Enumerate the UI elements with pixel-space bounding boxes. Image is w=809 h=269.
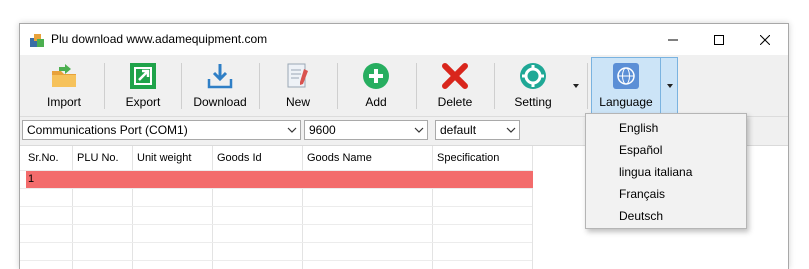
gear-icon	[520, 63, 546, 89]
import-button[interactable]: Import	[26, 59, 102, 113]
folder-import-icon	[52, 64, 76, 87]
new-button[interactable]: New	[260, 59, 336, 113]
maximize-icon	[714, 34, 724, 45]
add-label: Add	[365, 95, 387, 109]
table-cell[interactable]: 1	[28, 173, 34, 185]
language-dropdown-arrow[interactable]	[665, 77, 675, 93]
delete-icon	[442, 63, 468, 89]
export-button[interactable]: Export	[105, 59, 181, 113]
profile-select[interactable]: default	[435, 120, 520, 140]
table-column	[432, 146, 533, 269]
toolbar-separator	[587, 63, 588, 109]
export-icon	[130, 63, 156, 89]
column-header[interactable]: Specification	[437, 152, 499, 164]
globe-icon	[613, 63, 639, 89]
table-row[interactable]	[26, 171, 533, 188]
chevron-down-icon	[506, 127, 516, 133]
export-label: Export	[125, 95, 161, 109]
language-option-spanish[interactable]: Español	[586, 139, 746, 161]
row-divider	[20, 188, 532, 189]
setting-label: Setting	[514, 95, 552, 109]
language-button[interactable]: Language	[592, 59, 660, 113]
row-divider	[20, 260, 532, 261]
language-label: Language	[599, 95, 653, 109]
profile-select-value: default	[440, 123, 477, 137]
menu-item-label: Deutsch	[619, 209, 664, 223]
language-option-german[interactable]: Deutsch	[586, 205, 746, 227]
delete-button[interactable]: Delete	[417, 59, 493, 113]
new-label: New	[285, 95, 310, 109]
close-icon	[760, 34, 770, 45]
title-bar: Plu download www.adamequipment.com	[20, 24, 788, 55]
add-icon	[363, 63, 389, 89]
column-header[interactable]: PLU No.	[77, 152, 119, 164]
menu-item-label: Español	[619, 143, 663, 157]
table-column	[302, 146, 433, 269]
menu-item-label: English	[619, 121, 659, 135]
app-icon	[30, 34, 44, 47]
table-column	[212, 146, 303, 269]
language-option-english[interactable]: English	[586, 117, 746, 139]
baud-select[interactable]: 9600	[304, 120, 428, 140]
row-divider	[20, 242, 532, 243]
language-menu: English Español lingua italiana Français…	[585, 113, 747, 229]
column-header[interactable]: Goods Id	[217, 152, 262, 164]
column-header[interactable]: Unit weight	[137, 152, 191, 164]
close-button[interactable]	[742, 24, 788, 55]
download-button[interactable]: Download	[182, 59, 258, 113]
chevron-down-icon	[287, 127, 297, 133]
setting-button[interactable]: Setting	[495, 59, 571, 113]
add-button[interactable]: Add	[338, 59, 414, 113]
language-option-italian[interactable]: lingua italiana	[586, 161, 746, 183]
port-select[interactable]: Communications Port (COM1)	[22, 120, 301, 140]
menu-item-label: lingua italiana	[619, 165, 693, 179]
baud-select-value: 9600	[309, 123, 336, 137]
column-header[interactable]: Goods Name	[307, 152, 372, 164]
table-column	[20, 146, 73, 269]
row-divider	[20, 206, 532, 207]
column-header[interactable]: Sr.No.	[28, 152, 59, 164]
maximize-button[interactable]	[696, 24, 742, 55]
port-select-value: Communications Port (COM1)	[27, 123, 188, 137]
download-icon	[207, 64, 233, 89]
minimize-icon	[668, 39, 678, 40]
import-label: Import	[46, 95, 81, 109]
toolbar: Import Export Download New Add Delete Se…	[20, 55, 788, 117]
row-divider	[20, 224, 532, 225]
download-label: Download	[193, 95, 247, 109]
language-option-french[interactable]: Français	[586, 183, 746, 205]
table-column	[132, 146, 213, 269]
minimize-button[interactable]	[650, 24, 696, 55]
menu-item-label: Français	[619, 187, 666, 201]
delete-label: Delete	[437, 95, 473, 109]
setting-dropdown-arrow[interactable]	[571, 77, 581, 93]
table-column	[72, 146, 133, 269]
new-document-icon	[287, 63, 308, 88]
chevron-down-icon	[414, 127, 424, 133]
window-title: Plu download www.adamequipment.com	[51, 32, 268, 46]
